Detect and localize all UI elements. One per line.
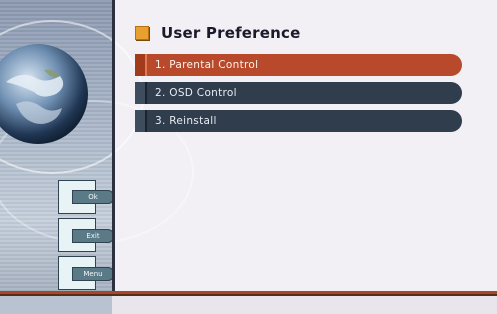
menu-item-marker xyxy=(135,110,147,132)
menu-item-label: 2. OSD Control xyxy=(155,87,237,99)
preference-menu: 1. Parental Control 2. OSD Control 3. Re… xyxy=(135,54,462,138)
title-bullet-icon xyxy=(135,26,149,40)
page-title: User Preference xyxy=(161,24,301,42)
menu-item-marker xyxy=(135,82,147,104)
bottom-strip-left xyxy=(0,296,112,314)
menu-button[interactable]: Menu xyxy=(72,267,114,281)
vertical-divider xyxy=(112,0,115,314)
earth-globe-icon xyxy=(0,44,88,144)
menu-item-osd-control[interactable]: 2. OSD Control xyxy=(135,82,462,104)
ok-button[interactable]: Ok xyxy=(72,190,114,204)
menu-item-reinstall[interactable]: 3. Reinstall xyxy=(135,110,462,132)
set-top-box-screen: Ok Exit Menu User Preference 1. Parental… xyxy=(0,0,497,314)
menu-item-marker xyxy=(135,54,147,76)
menu-item-parental-control[interactable]: 1. Parental Control xyxy=(135,54,462,76)
exit-button[interactable]: Exit xyxy=(72,229,114,243)
menu-item-label: 3. Reinstall xyxy=(155,115,217,127)
page-title-row: User Preference xyxy=(135,22,300,44)
menu-item-label: 1. Parental Control xyxy=(155,59,259,71)
left-decorative-panel: Ok Exit Menu xyxy=(0,0,194,314)
